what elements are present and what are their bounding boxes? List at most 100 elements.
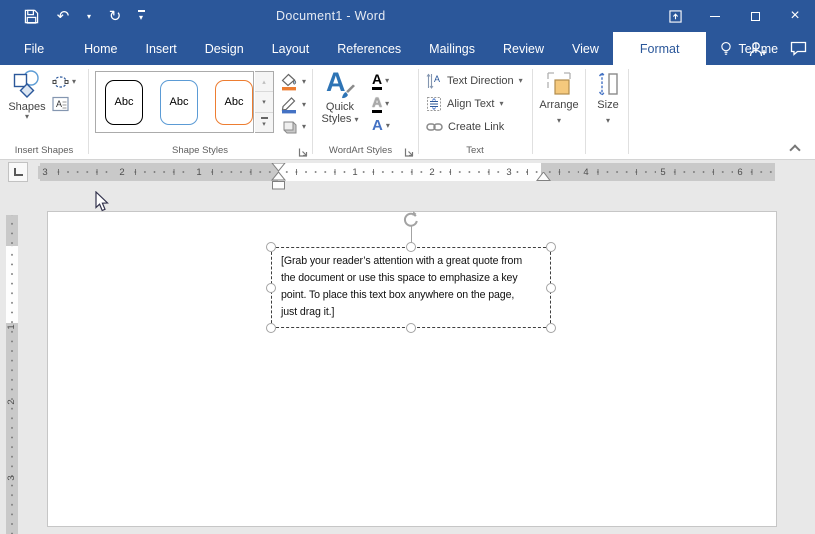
- chevron-down-icon: ▾: [500, 100, 504, 108]
- shape-effects-icon: [280, 118, 299, 136]
- resize-handle-top-middle[interactable]: [406, 242, 416, 252]
- text-effects-button[interactable]: A ▾: [372, 118, 390, 134]
- chevron-down-icon: ▾: [302, 78, 306, 86]
- maximize-button[interactable]: [735, 0, 775, 32]
- rotation-handle[interactable]: [402, 210, 420, 228]
- tab-review[interactable]: Review: [489, 32, 558, 65]
- minimize-button[interactable]: [695, 0, 735, 32]
- gallery-more-icon: [261, 117, 268, 118]
- shape-outline-icon: [280, 96, 299, 114]
- ruler-margin-bottom: [6, 323, 18, 534]
- gallery-scroll-down-button[interactable]: ▾: [255, 92, 273, 112]
- shape-effects-button[interactable]: ▾: [280, 118, 306, 136]
- tab-layout[interactable]: Layout: [258, 32, 324, 65]
- selected-text-box[interactable]: [Grab your reader’s attention with a gre…: [271, 247, 551, 328]
- create-link-icon: [426, 120, 443, 134]
- sign-in-person-icon[interactable]: [748, 41, 768, 57]
- shapes-button[interactable]: Shapes ▾: [6, 69, 48, 121]
- text-direction-icon: A: [426, 73, 442, 89]
- redo-icon: ↻: [109, 7, 122, 25]
- arrange-button[interactable]: Arrange ▾: [536, 71, 582, 125]
- redo-button[interactable]: ↻: [104, 5, 126, 27]
- dialog-launcher-icon: [404, 147, 415, 158]
- draw-text-box-button[interactable]: A: [52, 96, 69, 112]
- shape-fill-button[interactable]: ▾: [280, 73, 306, 91]
- chevron-down-icon: ▾: [72, 78, 76, 86]
- chevron-up-icon: [789, 144, 800, 155]
- tab-references[interactable]: References: [323, 32, 415, 65]
- ruler-number: 3: [38, 166, 52, 179]
- text-outline-icon: A: [372, 95, 382, 113]
- ribbon-display-options-icon: [669, 10, 682, 23]
- chevron-down-icon: ▾: [385, 100, 389, 108]
- text-fill-button[interactable]: A ▾: [372, 72, 389, 90]
- resize-handle-top-right[interactable]: [546, 242, 556, 252]
- shapes-icon: [12, 69, 42, 99]
- window-title: Document1 - Word: [276, 0, 385, 32]
- chevron-down-icon: ▾: [385, 77, 389, 85]
- undo-dropdown[interactable]: ▾: [84, 5, 94, 27]
- close-button[interactable]: ×: [775, 0, 815, 32]
- create-link-button[interactable]: Create Link: [426, 117, 504, 137]
- text-line: just drag it.]: [281, 304, 541, 321]
- align-text-button[interactable]: Align Text ▾: [426, 94, 504, 114]
- edit-shape-button[interactable]: ▾: [52, 74, 76, 90]
- tab-stop-selector[interactable]: [8, 162, 28, 182]
- tab-home[interactable]: Home: [70, 32, 131, 65]
- ribbon-display-options-button[interactable]: [655, 0, 695, 32]
- chevron-down-icon: ▾: [302, 123, 306, 131]
- resize-handle-bottom-left[interactable]: [266, 323, 276, 333]
- tab-mailings[interactable]: Mailings: [415, 32, 489, 65]
- shape-styles-dialog-launcher[interactable]: [298, 145, 309, 156]
- ruler-number: 2: [425, 166, 439, 179]
- shape-style-option-3[interactable]: Abc: [215, 80, 253, 125]
- vertical-ruler[interactable]: 1 2 3: [6, 215, 18, 534]
- tab-file[interactable]: File: [6, 32, 62, 65]
- tab-view[interactable]: View: [558, 32, 613, 65]
- text-outline-button[interactable]: A ▾: [372, 95, 389, 113]
- undo-button[interactable]: ↶: [52, 5, 74, 27]
- customize-qat-button[interactable]: ▾: [136, 5, 146, 27]
- text-line: the document or use this space to emphas…: [281, 270, 541, 287]
- indent-markers[interactable]: [270, 163, 287, 190]
- group-divider: [312, 69, 313, 154]
- quick-styles-button[interactable]: A Quick Styles ▾: [318, 69, 362, 125]
- gallery-scroll-strip: ▴ ▾ ▾: [255, 71, 274, 133]
- horizontal-ruler[interactable]: 3 2 1 1 2 3 4 5 6: [40, 163, 775, 181]
- chevron-down-icon: ▾: [25, 113, 29, 121]
- chevron-down-icon: ▾: [302, 101, 306, 109]
- size-button[interactable]: Size ▾: [590, 71, 626, 125]
- shape-style-option-2[interactable]: Abc: [160, 80, 198, 125]
- resize-handle-middle-left[interactable]: [266, 283, 276, 293]
- ruler-number: 1: [6, 321, 18, 333]
- text-direction-button[interactable]: A Text Direction ▾: [426, 71, 523, 91]
- tab-format[interactable]: Format: [613, 32, 707, 65]
- save-button[interactable]: [20, 5, 42, 27]
- wordart-styles-dialog-launcher[interactable]: [404, 145, 415, 156]
- resize-handle-bottom-right[interactable]: [546, 323, 556, 333]
- text-box-content[interactable]: [Grab your reader’s attention with a gre…: [272, 248, 550, 326]
- resize-handle-top-left[interactable]: [266, 242, 276, 252]
- shape-outline-button[interactable]: ▾: [280, 96, 306, 114]
- resize-handle-bottom-middle[interactable]: [406, 323, 416, 333]
- comment-icon[interactable]: [790, 41, 807, 56]
- shape-style-option-1[interactable]: Abc: [105, 80, 143, 125]
- gallery-more-button[interactable]: ▾: [255, 113, 273, 132]
- window-controls: ×: [655, 0, 815, 32]
- right-indent-marker[interactable]: [536, 172, 551, 182]
- ruler-number: 1: [348, 166, 362, 179]
- document-page[interactable]: [Grab your reader’s attention with a gre…: [47, 211, 777, 527]
- group-label-wordart-styles: WordArt Styles: [318, 145, 403, 156]
- collapse-ribbon-button[interactable]: [791, 143, 801, 153]
- tab-design[interactable]: Design: [191, 32, 258, 65]
- gallery-scroll-up-button[interactable]: ▴: [255, 72, 273, 92]
- left-tab-icon: [14, 168, 23, 176]
- lightbulb-icon: [720, 41, 732, 56]
- resize-handle-middle-right[interactable]: [546, 283, 556, 293]
- tab-insert[interactable]: Insert: [132, 32, 191, 65]
- chevron-down-icon: ▾: [262, 98, 266, 106]
- quick-access-toolbar: ↶ ▾ ↻ ▾: [20, 0, 146, 32]
- group-label-insert-shapes: Insert Shapes: [0, 145, 88, 156]
- group-divider: [532, 69, 533, 154]
- group-divider: [585, 69, 586, 154]
